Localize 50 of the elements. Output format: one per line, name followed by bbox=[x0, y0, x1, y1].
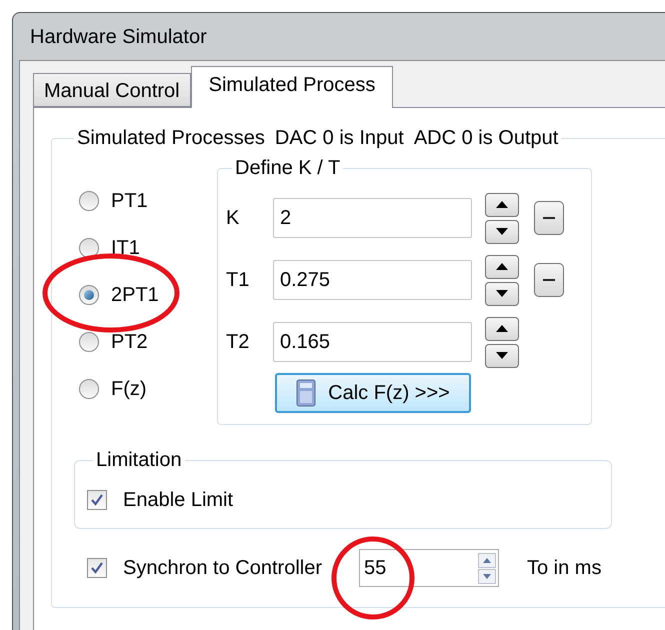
spin-up-button[interactable] bbox=[485, 316, 519, 340]
field-label: T1 bbox=[226, 268, 250, 293]
up-arrow-icon bbox=[496, 325, 508, 332]
checkbox[interactable] bbox=[87, 490, 107, 510]
spin-up-button[interactable] bbox=[485, 192, 519, 216]
radio-label: F(z) bbox=[111, 377, 147, 402]
number-field[interactable]: 55 bbox=[359, 549, 499, 587]
radio-label: 2PT1 bbox=[111, 283, 159, 308]
tab[interactable]: Simulated Process bbox=[190, 66, 394, 108]
radio-button[interactable] bbox=[79, 379, 99, 399]
radio-label: PT2 bbox=[111, 330, 148, 355]
spin-up-button[interactable] bbox=[485, 254, 519, 278]
down-arrow-icon bbox=[496, 352, 508, 359]
radio-label: IT1 bbox=[111, 236, 140, 261]
group-title: ADC 0 is Output bbox=[414, 126, 558, 151]
calc-button[interactable]: Calc F(z) >>> bbox=[275, 373, 471, 413]
radio-label: PT1 bbox=[111, 189, 148, 214]
group-title: Limitation bbox=[96, 449, 182, 471]
spin-down-button[interactable] bbox=[485, 282, 519, 306]
up-arrow-icon bbox=[496, 201, 508, 208]
calculator-icon bbox=[296, 379, 316, 407]
radio-button[interactable] bbox=[79, 332, 99, 352]
field-label: K bbox=[226, 206, 240, 231]
down-arrow-icon bbox=[496, 290, 508, 297]
minus-button[interactable] bbox=[534, 263, 564, 297]
field-label: T2 bbox=[226, 330, 250, 355]
radio-button[interactable] bbox=[79, 191, 99, 211]
group-title: Define K / T bbox=[235, 157, 340, 179]
minus-icon bbox=[543, 216, 555, 220]
down-arrow-icon bbox=[496, 228, 508, 235]
input-field[interactable]: 0.275 bbox=[273, 260, 472, 300]
checkbox[interactable] bbox=[87, 558, 107, 578]
input-field[interactable]: 0.165 bbox=[273, 322, 472, 362]
minus-icon bbox=[543, 278, 555, 282]
up-arrow-icon bbox=[496, 263, 508, 270]
minus-button[interactable] bbox=[534, 201, 564, 235]
group-title: DAC 0 is Input bbox=[274, 126, 404, 151]
group-title: Simulated Processes bbox=[77, 126, 265, 151]
unit-label: To in ms bbox=[527, 556, 602, 581]
radio-button[interactable] bbox=[79, 285, 99, 305]
window-title: Hardware Simulator bbox=[30, 24, 207, 50]
checkmark-icon bbox=[90, 493, 104, 507]
checkbox-label: Synchron to Controller bbox=[123, 556, 322, 581]
checkbox-label: Enable Limit bbox=[123, 488, 234, 513]
spin-down-button[interactable] bbox=[485, 220, 519, 244]
input-field[interactable]: 2 bbox=[273, 198, 472, 238]
tab[interactable]: Manual Control bbox=[33, 73, 191, 107]
checkmark-icon bbox=[90, 561, 104, 575]
spin-down-button[interactable] bbox=[485, 344, 519, 368]
radio-button[interactable] bbox=[79, 238, 99, 258]
